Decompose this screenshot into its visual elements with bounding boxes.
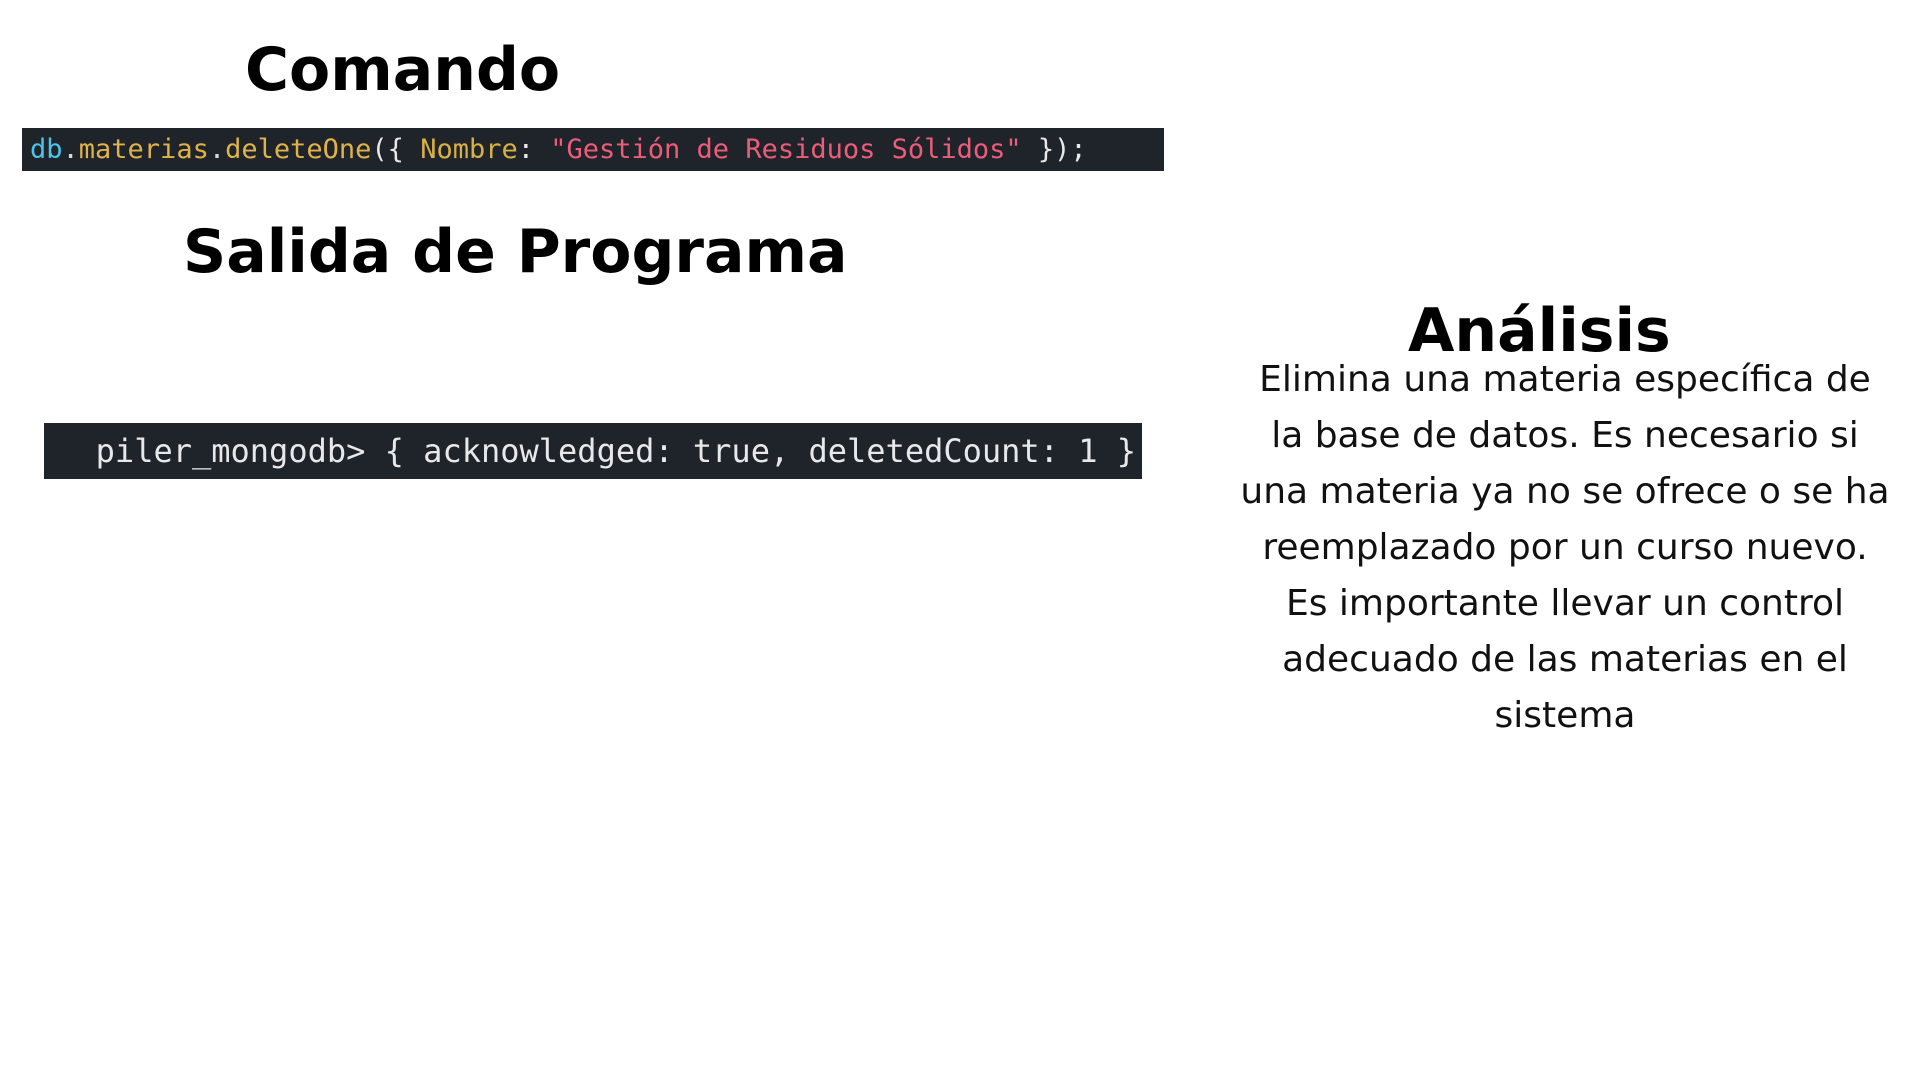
code-db-token: db	[30, 134, 63, 165]
command-heading: Comando	[245, 35, 561, 105]
code-dot-token: .	[208, 134, 226, 165]
code-method-token: deleteOne	[225, 134, 372, 165]
code-dot-token: .	[62, 134, 79, 165]
code-collection-token: materias	[78, 134, 209, 165]
code-close-token: });	[1021, 134, 1087, 165]
output-heading: Salida de Programa	[183, 217, 848, 287]
code-open-token: ({	[371, 134, 421, 165]
command-code-snippet: db.materias.deleteOne({ Nombre: "Gestión…	[22, 128, 1164, 171]
program-output-snippet: piler_mongodb> { acknowledged: true, del…	[44, 423, 1142, 479]
code-colon-token: :	[517, 134, 551, 165]
analysis-paragraph: Elimina una materia específica de la bas…	[1240, 359, 1890, 736]
code-string-token: "Gestión de Residuos Sólidos"	[550, 134, 1022, 165]
code-key-token: Nombre	[420, 134, 518, 165]
